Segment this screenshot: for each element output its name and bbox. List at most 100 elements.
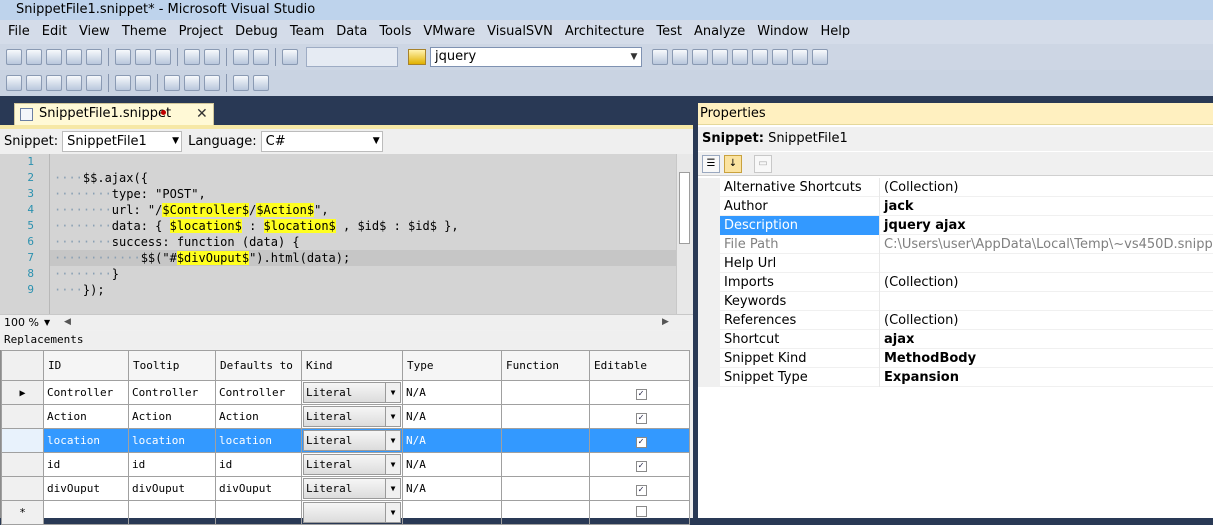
toolbox-icon[interactable] — [732, 49, 748, 65]
row-header[interactable] — [1, 404, 44, 429]
menu-window[interactable]: Window — [751, 21, 814, 43]
cell-defaults[interactable] — [215, 500, 302, 525]
cell-type[interactable]: N/A — [402, 380, 502, 405]
cell-id[interactable]: Action — [43, 404, 129, 429]
overflow-icon[interactable] — [253, 75, 269, 91]
property-pages-icon[interactable]: ▭ — [754, 155, 772, 173]
language-combo[interactable]: C# ▼ — [260, 131, 383, 152]
cell-editable[interactable]: ✓ — [589, 476, 690, 501]
cell-function[interactable] — [501, 380, 590, 405]
solution-configuration-combo[interactable] — [306, 47, 398, 67]
menu-edit[interactable]: Edit — [36, 21, 73, 43]
solution-explorer-icon[interactable] — [672, 49, 688, 65]
command-window-icon[interactable] — [812, 49, 828, 65]
editable-checkbox[interactable] — [635, 505, 647, 517]
property-value[interactable]: jack — [880, 197, 914, 216]
column-header-defaults-to[interactable]: Defaults to — [215, 350, 302, 381]
copy-icon[interactable] — [135, 49, 151, 65]
navigate-backward-icon[interactable] — [233, 49, 249, 65]
property-value[interactable]: (Collection) — [880, 311, 958, 330]
menu-view[interactable]: View — [73, 21, 116, 43]
paste-icon[interactable] — [155, 49, 171, 65]
menu-data[interactable]: Data — [330, 21, 373, 43]
property-row[interactable]: Keywords — [698, 292, 1213, 311]
property-row[interactable]: Alternative Shortcuts (Collection) — [698, 178, 1213, 197]
clean-icon[interactable] — [86, 75, 102, 91]
cell-defaults[interactable]: divOuput — [215, 476, 302, 501]
menu-debug[interactable]: Debug — [229, 21, 284, 43]
kind-dropdown[interactable]: Literal ▼ — [303, 478, 401, 499]
property-row[interactable]: Shortcut ajax — [698, 330, 1213, 349]
property-row[interactable]: Snippet Kind MethodBody — [698, 349, 1213, 368]
menu-analyze[interactable]: Analyze — [688, 21, 751, 43]
scrollbar-thumb[interactable] — [679, 172, 690, 244]
uncomment-icon[interactable] — [135, 75, 151, 91]
cell-function[interactable] — [501, 404, 590, 429]
chevron-down-icon[interactable]: ▼ — [373, 132, 380, 151]
start-debugging-icon[interactable] — [282, 49, 298, 65]
find-combo[interactable]: jquery ▼ — [430, 47, 642, 67]
format-icon[interactable] — [233, 75, 249, 91]
property-row[interactable]: Imports (Collection) — [698, 273, 1213, 292]
navigate-forward-icon[interactable] — [253, 49, 269, 65]
cell-defaults[interactable]: Controller — [215, 380, 302, 405]
chevron-down-icon[interactable]: ▼ — [385, 503, 400, 522]
table-row[interactable]: ▶ Controller Controller Controller Liter… — [1, 380, 690, 405]
column-header-tooltip[interactable]: Tooltip — [128, 350, 216, 381]
row-header[interactable] — [1, 476, 44, 501]
property-row[interactable]: Help Url — [698, 254, 1213, 273]
save-icon[interactable] — [66, 49, 82, 65]
editable-checkbox[interactable]: ✓ — [635, 412, 647, 424]
cell-tooltip[interactable]: Action — [128, 404, 216, 429]
chevron-down-icon[interactable]: ▼ — [385, 383, 400, 402]
cell-id[interactable]: Controller — [43, 380, 129, 405]
cell-tooltip[interactable]: Controller — [128, 380, 216, 405]
property-value[interactable]: ajax — [880, 330, 914, 349]
table-row-new[interactable]: * ▼ — [1, 500, 690, 525]
editable-checkbox[interactable]: ✓ — [635, 436, 647, 448]
object-browser-icon[interactable] — [712, 49, 728, 65]
cell-kind[interactable]: Literal ▼ — [301, 476, 403, 501]
cell-tooltip[interactable]: divOuput — [128, 476, 216, 501]
zoom-level[interactable]: 100 % — [4, 315, 39, 330]
property-row[interactable]: Author jack — [698, 197, 1213, 216]
chevron-down-icon[interactable]: ▼ — [385, 455, 400, 474]
cell-type[interactable]: N/A — [402, 428, 502, 453]
cell-defaults[interactable]: Action — [215, 404, 302, 429]
menu-team[interactable]: Team — [284, 21, 330, 43]
column-header-type[interactable]: Type — [402, 350, 502, 381]
cell-id[interactable] — [43, 500, 129, 525]
column-header-function[interactable]: Function — [501, 350, 590, 381]
rebuild-icon[interactable] — [66, 75, 82, 91]
cell-type[interactable]: N/A — [402, 476, 502, 501]
cell-editable[interactable]: ✓ — [589, 452, 690, 477]
property-row[interactable]: Snippet Type Expansion — [698, 368, 1213, 387]
kind-dropdown[interactable]: Literal ▼ — [303, 430, 401, 451]
property-value[interactable]: (Collection) — [880, 178, 958, 197]
new-project-icon[interactable] — [6, 49, 22, 65]
kind-dropdown[interactable]: ▼ — [303, 502, 401, 523]
menu-file[interactable]: File — [2, 21, 36, 43]
cell-tooltip[interactable]: id — [128, 452, 216, 477]
close-icon[interactable]: ✕ — [196, 104, 208, 124]
properties-window-icon[interactable] — [692, 49, 708, 65]
add-item-icon[interactable] — [26, 49, 42, 65]
menu-test[interactable]: Test — [650, 21, 688, 43]
redo-icon[interactable] — [204, 49, 220, 65]
open-file-icon[interactable] — [46, 49, 62, 65]
column-header-kind[interactable]: Kind — [301, 350, 403, 381]
extension-manager-icon[interactable] — [772, 49, 788, 65]
row-header[interactable]: ▶ — [1, 380, 44, 405]
row-header[interactable] — [1, 428, 44, 453]
chevron-down-icon[interactable]: ▼ — [627, 48, 641, 66]
row-header[interactable]: * — [1, 500, 44, 525]
property-row[interactable]: References (Collection) — [698, 311, 1213, 330]
property-row[interactable]: File Path C:\Users\user\AppData\Local\Tem… — [698, 235, 1213, 254]
increase-indent-icon[interactable] — [184, 75, 200, 91]
editable-checkbox[interactable]: ✓ — [635, 484, 647, 496]
class-view-icon[interactable] — [792, 49, 808, 65]
cell-kind[interactable]: Literal ▼ — [301, 380, 403, 405]
kind-dropdown[interactable]: Literal ▼ — [303, 406, 401, 427]
menu-tools[interactable]: Tools — [373, 21, 417, 43]
cell-editable[interactable]: ✓ — [589, 428, 690, 453]
